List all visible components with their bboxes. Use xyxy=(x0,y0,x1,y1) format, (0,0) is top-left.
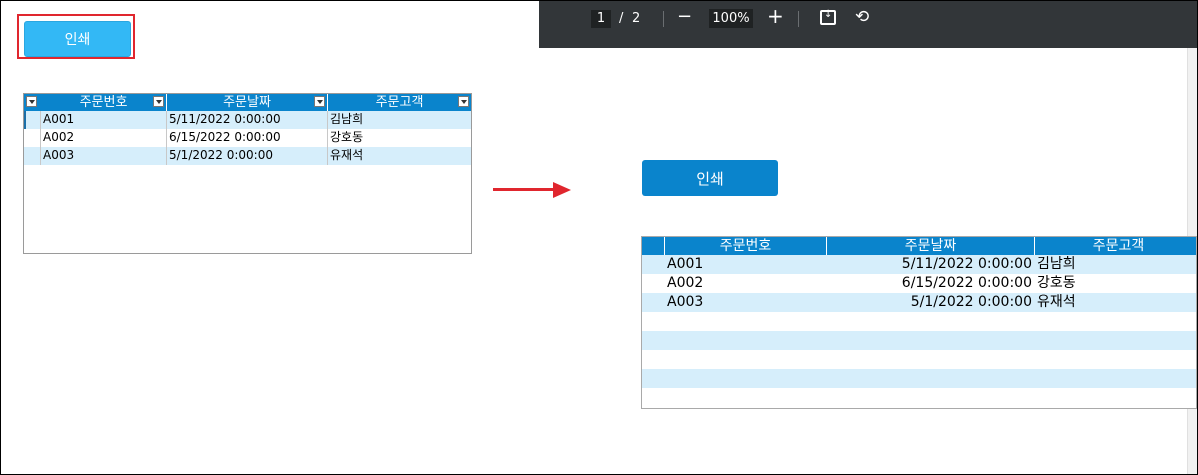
empty-row xyxy=(642,350,1196,369)
cell-order-date: 5/11/2022 0:00:00 xyxy=(901,256,1032,272)
dropdown-arrow-icon[interactable] xyxy=(153,96,164,107)
table-row[interactable]: A003 5/1/2022 0:00:00 유재석 xyxy=(24,147,471,165)
cell-order-id[interactable]: A003 xyxy=(41,147,167,165)
column-header-order-date[interactable]: 주문날짜 xyxy=(167,94,328,111)
cell-customer[interactable]: 김남희 xyxy=(328,111,471,129)
zoom-out-button[interactable]: − xyxy=(677,6,692,28)
column-header-label: 주문번호 xyxy=(79,95,128,110)
page-separator: / xyxy=(619,11,624,26)
dropdown-arrow-icon[interactable] xyxy=(26,96,37,107)
cell-order-id: A001 xyxy=(667,256,704,272)
fit-to-page-icon[interactable] xyxy=(820,9,836,25)
cell-order-id: A003 xyxy=(667,294,704,310)
empty-row xyxy=(642,331,1196,350)
column-header-customer: 주문고객 xyxy=(1092,238,1145,254)
table-row[interactable]: A001 5/11/2022 0:00:00 김남희 xyxy=(24,111,471,129)
column-header-order-date: 주문날짜 xyxy=(827,237,1035,255)
cell-order-id: A002 xyxy=(667,275,704,291)
cell-order-id[interactable]: A002 xyxy=(41,129,167,147)
pdf-print-button: 인쇄 xyxy=(642,160,778,196)
cell-customer: 유재석 xyxy=(1037,294,1076,310)
row-selector-header[interactable] xyxy=(24,94,41,111)
grid-header: 주문번호 주문날짜 주문고객 xyxy=(642,237,1196,255)
empty-row xyxy=(642,312,1196,331)
empty-row xyxy=(642,388,1196,407)
cell-customer[interactable]: 강호동 xyxy=(328,129,471,147)
table-row[interactable]: A002 6/15/2022 0:00:00 강호동 xyxy=(24,129,471,147)
table-row: A003 5/1/2022 0:00:00 유재석 xyxy=(642,293,1196,312)
dropdown-arrow-icon[interactable] xyxy=(314,96,325,107)
table-row: A001 5/11/2022 0:00:00 김남희 xyxy=(642,255,1196,274)
column-header-label: 주문고객 xyxy=(375,95,424,110)
cell-order-date: 5/1/2022 0:00:00 xyxy=(910,294,1032,310)
arrow-right-icon xyxy=(493,188,555,191)
order-grid[interactable]: 주문번호 주문날짜 주문고객 A001 5/11/2022 0:00:00 김남… xyxy=(23,93,472,254)
cell-customer: 김남희 xyxy=(1037,256,1076,272)
pdf-order-grid: 주문번호 주문날짜 주문고객 A001 5/11/2022 0:00:00 김남… xyxy=(641,236,1197,409)
dropdown-arrow-icon[interactable] xyxy=(458,96,469,107)
cell-order-id[interactable]: A001 xyxy=(41,111,167,129)
row-selector[interactable] xyxy=(24,147,41,165)
cell-order-date: 6/15/2022 0:00:00 xyxy=(901,275,1032,291)
rotate-icon[interactable]: ⟲ xyxy=(855,6,869,28)
zoom-level-input[interactable]: 100% xyxy=(709,9,753,28)
toolbar-divider xyxy=(798,11,799,27)
cell-customer: 강호동 xyxy=(1037,275,1076,291)
empty-row xyxy=(642,369,1196,388)
page-total: 2 xyxy=(632,11,641,26)
page-number-input[interactable]: 1 xyxy=(591,10,611,28)
cell-order-date[interactable]: 5/11/2022 0:00:00 xyxy=(167,111,328,129)
table-row: A002 6/15/2022 0:00:00 강호동 xyxy=(642,274,1196,293)
cell-order-date[interactable]: 6/15/2022 0:00:00 xyxy=(167,129,328,147)
column-header-order-id[interactable]: 주문번호 xyxy=(41,94,167,111)
row-selector[interactable] xyxy=(24,111,41,129)
toolbar-divider xyxy=(663,11,664,27)
cell-customer[interactable]: 유재석 xyxy=(328,147,471,165)
grid-header: 주문번호 주문날짜 주문고객 xyxy=(24,94,471,111)
arrow-head xyxy=(553,182,571,198)
cell-order-date[interactable]: 5/1/2022 0:00:00 xyxy=(167,147,328,165)
row-selector-header xyxy=(642,237,665,255)
column-header-label: 주문날짜 xyxy=(223,95,271,110)
screenshot-frame: 인쇄 주문번호 주문날짜 주문고객 A001 5/11/2022 0:00:00 xyxy=(0,0,1198,475)
row-selector[interactable] xyxy=(24,129,41,147)
column-header-order-id: 주문번호 xyxy=(665,237,827,255)
print-button[interactable]: 인쇄 xyxy=(24,21,131,57)
column-header-customer[interactable]: 주문고객 xyxy=(328,94,471,111)
pdf-toolbar: 1 / 2 − 100% + ⟲ xyxy=(539,1,1197,48)
zoom-in-button[interactable]: + xyxy=(767,5,784,27)
